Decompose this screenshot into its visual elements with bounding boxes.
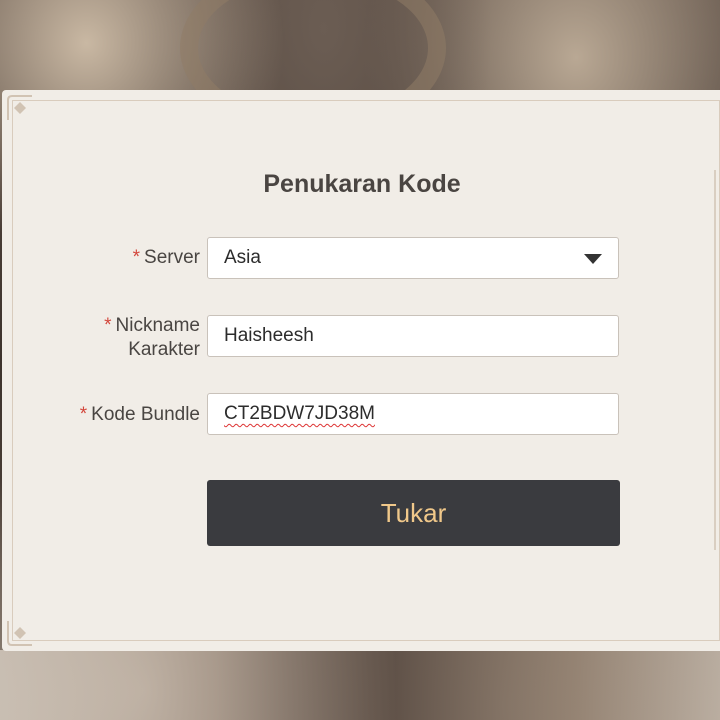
required-marker: * [132, 247, 141, 268]
nickname-field[interactable] [207, 315, 619, 357]
required-marker: * [79, 404, 88, 425]
required-marker: * [104, 315, 112, 336]
server-label: * Server [132, 247, 200, 268]
redeem-button[interactable]: Tukar [207, 480, 620, 546]
nickname-label: * Nickname Karakter [104, 315, 200, 360]
chevron-down-icon[interactable] [584, 254, 602, 264]
corner-ornament-icon [7, 95, 32, 120]
bundle-code-field[interactable]: CT2BDW7JD38M [207, 393, 619, 435]
server-select[interactable]: Asia [207, 237, 619, 279]
server-select-value: Asia [224, 247, 261, 268]
scrollbar[interactable] [714, 170, 716, 550]
bundle-code-label: * Kode Bundle [79, 404, 200, 425]
background-floor [0, 650, 720, 720]
nickname-input[interactable] [224, 325, 602, 347]
corner-ornament-icon [7, 621, 32, 646]
bundle-code-input[interactable]: CT2BDW7JD38M [224, 403, 375, 425]
page-title: Penukaran Kode [263, 170, 461, 198]
redeem-code-panel: Penukaran Kode * Server Asia * Nickname Ka… [2, 90, 720, 651]
